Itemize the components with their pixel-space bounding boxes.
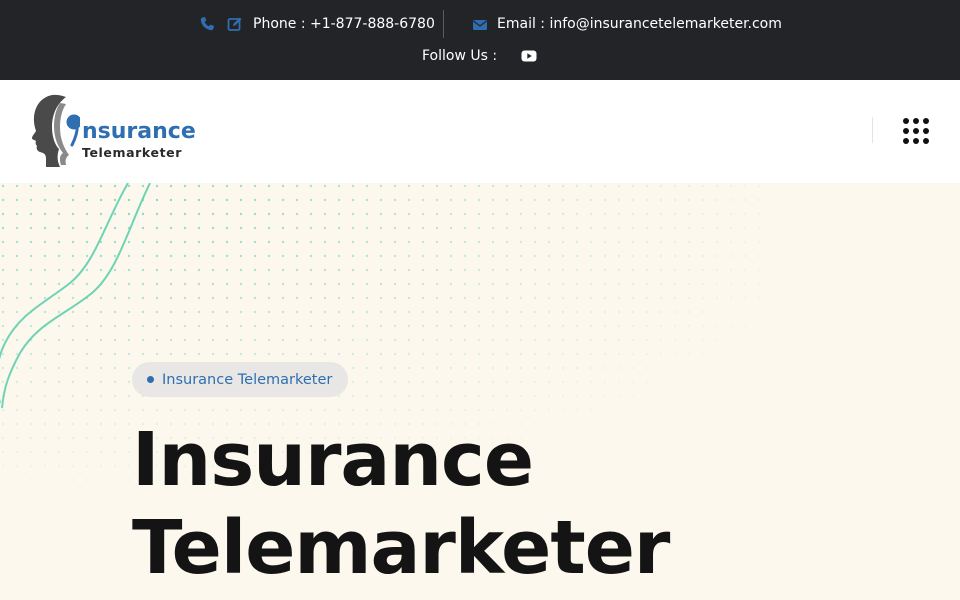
- badge-text: Insurance Telemarketer: [162, 371, 333, 388]
- logo-subtitle: Telemarketer: [82, 145, 183, 160]
- hero-title: Insurance Telemarketer: [132, 416, 832, 592]
- top-bar: Phone : +1-877-888-6780 Email : info@ins…: [0, 0, 960, 80]
- contact-divider: [443, 10, 444, 38]
- hero-title-line1: Insurance: [132, 417, 534, 503]
- phone-text[interactable]: Phone : +1-877-888-6780: [253, 16, 435, 32]
- site-header: nsurance Telemarketer: [0, 80, 960, 183]
- contact-row: Phone : +1-877-888-6780 Email : info@ins…: [0, 0, 960, 48]
- header-separator: [872, 117, 873, 143]
- edit-icon: [227, 17, 242, 31]
- hero-badge: Insurance Telemarketer: [132, 362, 349, 397]
- logo-wordmark: nsurance: [82, 119, 196, 144]
- phone-icon: [200, 17, 214, 31]
- hero-title-line2: Telemarketer: [132, 505, 670, 591]
- envelope-icon: [473, 20, 487, 30]
- grid-dots-icon[interactable]: [903, 118, 929, 144]
- badge-dot-icon: [147, 376, 154, 383]
- logo-head-icon: [32, 94, 80, 167]
- hero-section: Insurance Telemarketer Insurance Telemar…: [0, 183, 960, 600]
- follow-label: Follow Us :: [422, 48, 498, 64]
- youtube-icon[interactable]: [521, 50, 537, 62]
- email-text[interactable]: Email : info@insurancetelemarketer.com: [497, 16, 782, 32]
- site-logo[interactable]: nsurance Telemarketer: [30, 93, 200, 169]
